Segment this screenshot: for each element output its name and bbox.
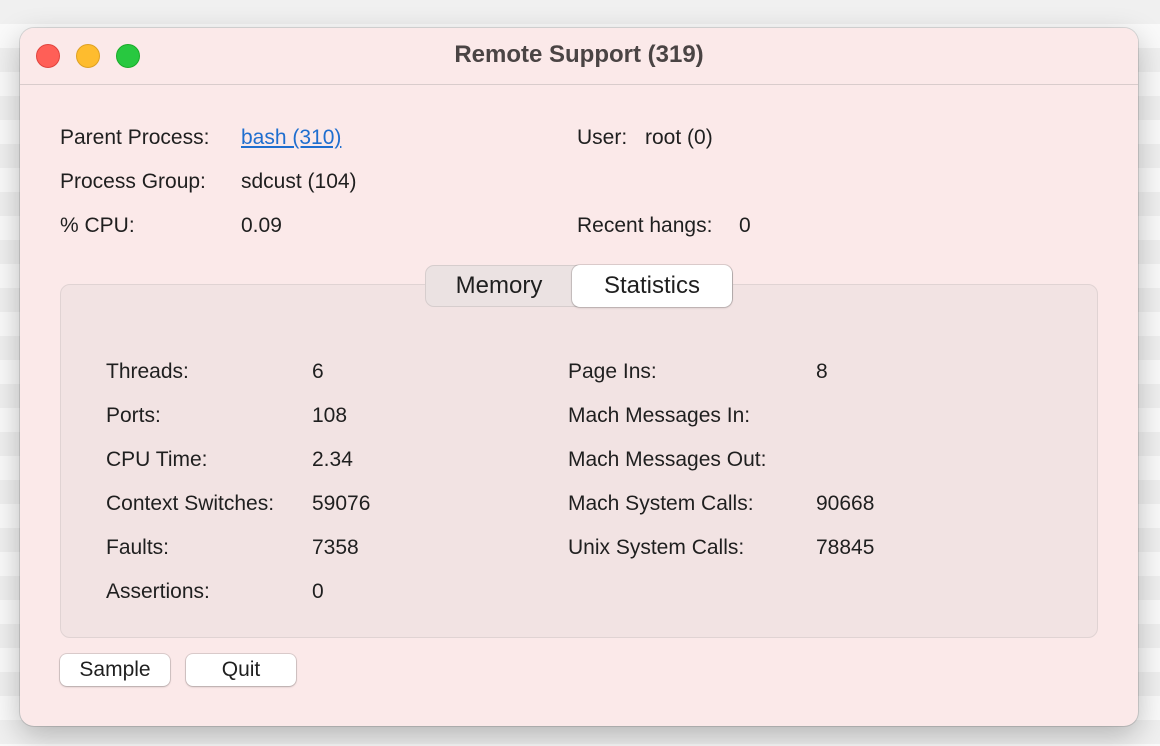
tab-selector: Memory Statistics xyxy=(425,265,733,307)
recent-hangs-label: Recent hangs: xyxy=(577,214,713,237)
unix-system-calls-value: 78845 xyxy=(816,536,875,559)
window-title: Remote Support (319) xyxy=(454,41,704,68)
tab-memory[interactable]: Memory xyxy=(426,266,572,306)
faults-value: 7358 xyxy=(312,536,359,559)
assertions-label: Assertions: xyxy=(106,580,210,603)
parent-process-label: Parent Process: xyxy=(60,126,210,149)
faults-label: Faults: xyxy=(106,536,170,559)
mach-system-calls-label: Mach System Calls: xyxy=(568,492,754,515)
tab-statistics[interactable]: Statistics xyxy=(572,265,732,307)
page-ins-value: 8 xyxy=(816,360,828,383)
assertions-value: 0 xyxy=(312,580,324,603)
recent-hangs-value: 0 xyxy=(739,214,751,237)
user-label: User: xyxy=(577,126,628,149)
sample-button[interactable]: Sample xyxy=(60,654,170,686)
page-ins-label: Page Ins: xyxy=(568,360,657,383)
ports-label: Ports: xyxy=(106,404,161,427)
context-switches-label: Context Switches: xyxy=(106,492,275,515)
title-bar: Remote Support (319) xyxy=(20,28,1138,85)
threads-label: Threads: xyxy=(106,360,189,383)
parent-process-link[interactable]: bash (310) xyxy=(241,126,341,150)
process-inspector-window: Remote Support (319) Parent Process: bas… xyxy=(20,28,1138,726)
cpu-percent-label: % CPU: xyxy=(60,214,135,237)
cpu-time-label: CPU Time: xyxy=(106,448,208,471)
cpu-percent-value: 0.09 xyxy=(241,214,282,237)
unix-system-calls-label: Unix System Calls: xyxy=(568,536,745,559)
ports-value: 108 xyxy=(312,404,348,427)
threads-value: 6 xyxy=(312,360,324,383)
context-switches-value: 59076 xyxy=(312,492,371,515)
mach-system-calls-value: 90668 xyxy=(816,492,875,515)
user-value: root (0) xyxy=(645,126,713,149)
process-group-label: Process Group: xyxy=(60,170,206,193)
mach-messages-out-label: Mach Messages Out: xyxy=(568,448,767,471)
cpu-time-value: 2.34 xyxy=(312,448,353,471)
quit-button[interactable]: Quit xyxy=(186,654,296,686)
process-group-value: sdcust (104) xyxy=(241,170,357,193)
mach-messages-in-label: Mach Messages In: xyxy=(568,404,751,427)
